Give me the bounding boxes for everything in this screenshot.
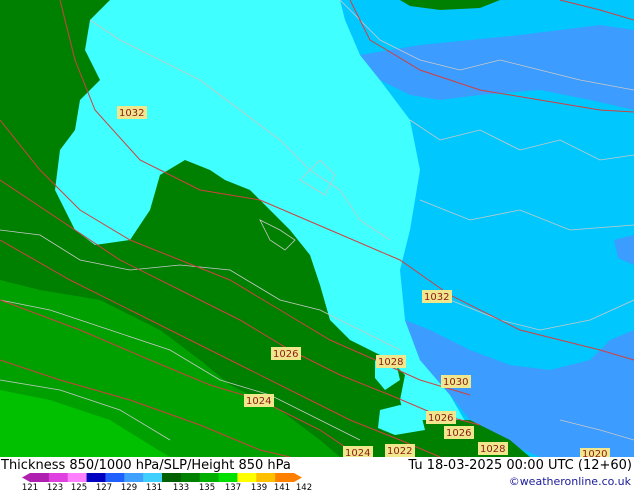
svg-text:1026: 1026 (273, 349, 298, 360)
svg-text:1032: 1032 (424, 292, 449, 303)
svg-text:1028: 1028 (480, 444, 505, 455)
svg-text:1030: 1030 (443, 377, 468, 388)
legend-tick: 133 (172, 483, 190, 493)
pressure-label-7: 1026 (426, 411, 456, 424)
svg-text:1024: 1024 (246, 396, 271, 407)
legend-tick: 127 (95, 483, 113, 493)
legend-swatch (275, 473, 295, 482)
legend-tick: 142 (295, 483, 313, 493)
legend-tick: 121 (21, 483, 39, 493)
color-legend (22, 473, 302, 482)
legend-tick: 131 (145, 483, 163, 493)
pressure-label-6: 1030 (441, 375, 471, 388)
legend-swatch (256, 473, 276, 482)
pressure-label-3: 1026 (271, 347, 301, 360)
legend-arrow-left (22, 473, 30, 482)
svg-text:1020: 1020 (582, 449, 607, 457)
map-footer: Thickness 850/1000 hPa/SLP/Height 850 hP… (0, 457, 634, 493)
legend-arrow-right (294, 473, 302, 482)
svg-text:1024: 1024 (345, 448, 370, 457)
svg-text:1022: 1022 (387, 446, 412, 457)
legend-swatch (218, 473, 238, 482)
pressure-label-1: 1032 (117, 106, 147, 119)
valid-time: Tu 18-03-2025 00:00 UTC (12+60) (408, 458, 632, 473)
map-title: Thickness 850/1000 hPa/SLP/Height 850 hP… (1, 458, 291, 473)
legend-swatch (124, 473, 144, 482)
legend-swatch (48, 473, 69, 482)
svg-text:1032: 1032 (119, 108, 144, 119)
legend-tick: 135 (198, 483, 216, 493)
pressure-label-2: 1032 (422, 290, 452, 303)
legend-swatch (30, 473, 50, 482)
thickness-patch (378, 405, 425, 435)
svg-text:1028: 1028 (378, 357, 403, 368)
pressure-label-5: 1024 (244, 394, 274, 407)
legend-tick: 129 (120, 483, 138, 493)
legend-tick: 125 (70, 483, 88, 493)
svg-text:1026: 1026 (428, 413, 453, 424)
credit-link[interactable]: ©weatheronline.co.uk (509, 475, 631, 488)
pressure-label-8: 1026 (444, 426, 474, 439)
pressure-label-10: 1024 (343, 446, 373, 457)
legend-swatch (67, 473, 88, 482)
legend-swatch (105, 473, 125, 482)
pressure-label-12: 1020 (580, 448, 610, 457)
legend-swatch (162, 473, 182, 482)
legend-swatch (199, 473, 220, 482)
pressure-label-9: 1028 (478, 442, 508, 455)
legend-tick: 137 (224, 483, 242, 493)
pressure-label-4: 1028 (376, 355, 406, 368)
pressure-label-11: 1022 (385, 444, 415, 457)
legend-tick: 123 (46, 483, 64, 493)
legend-tick: 141 (273, 483, 291, 493)
legend-swatch (143, 473, 163, 482)
legend-tick: 139 (250, 483, 268, 493)
legend-swatch (86, 473, 106, 482)
legend-swatch (180, 473, 201, 482)
legend-swatch (237, 473, 257, 482)
svg-text:1026: 1026 (446, 428, 471, 439)
weather-map: 1032 1032 1026 1028 1024 1030 1026 1026 … (0, 0, 634, 457)
